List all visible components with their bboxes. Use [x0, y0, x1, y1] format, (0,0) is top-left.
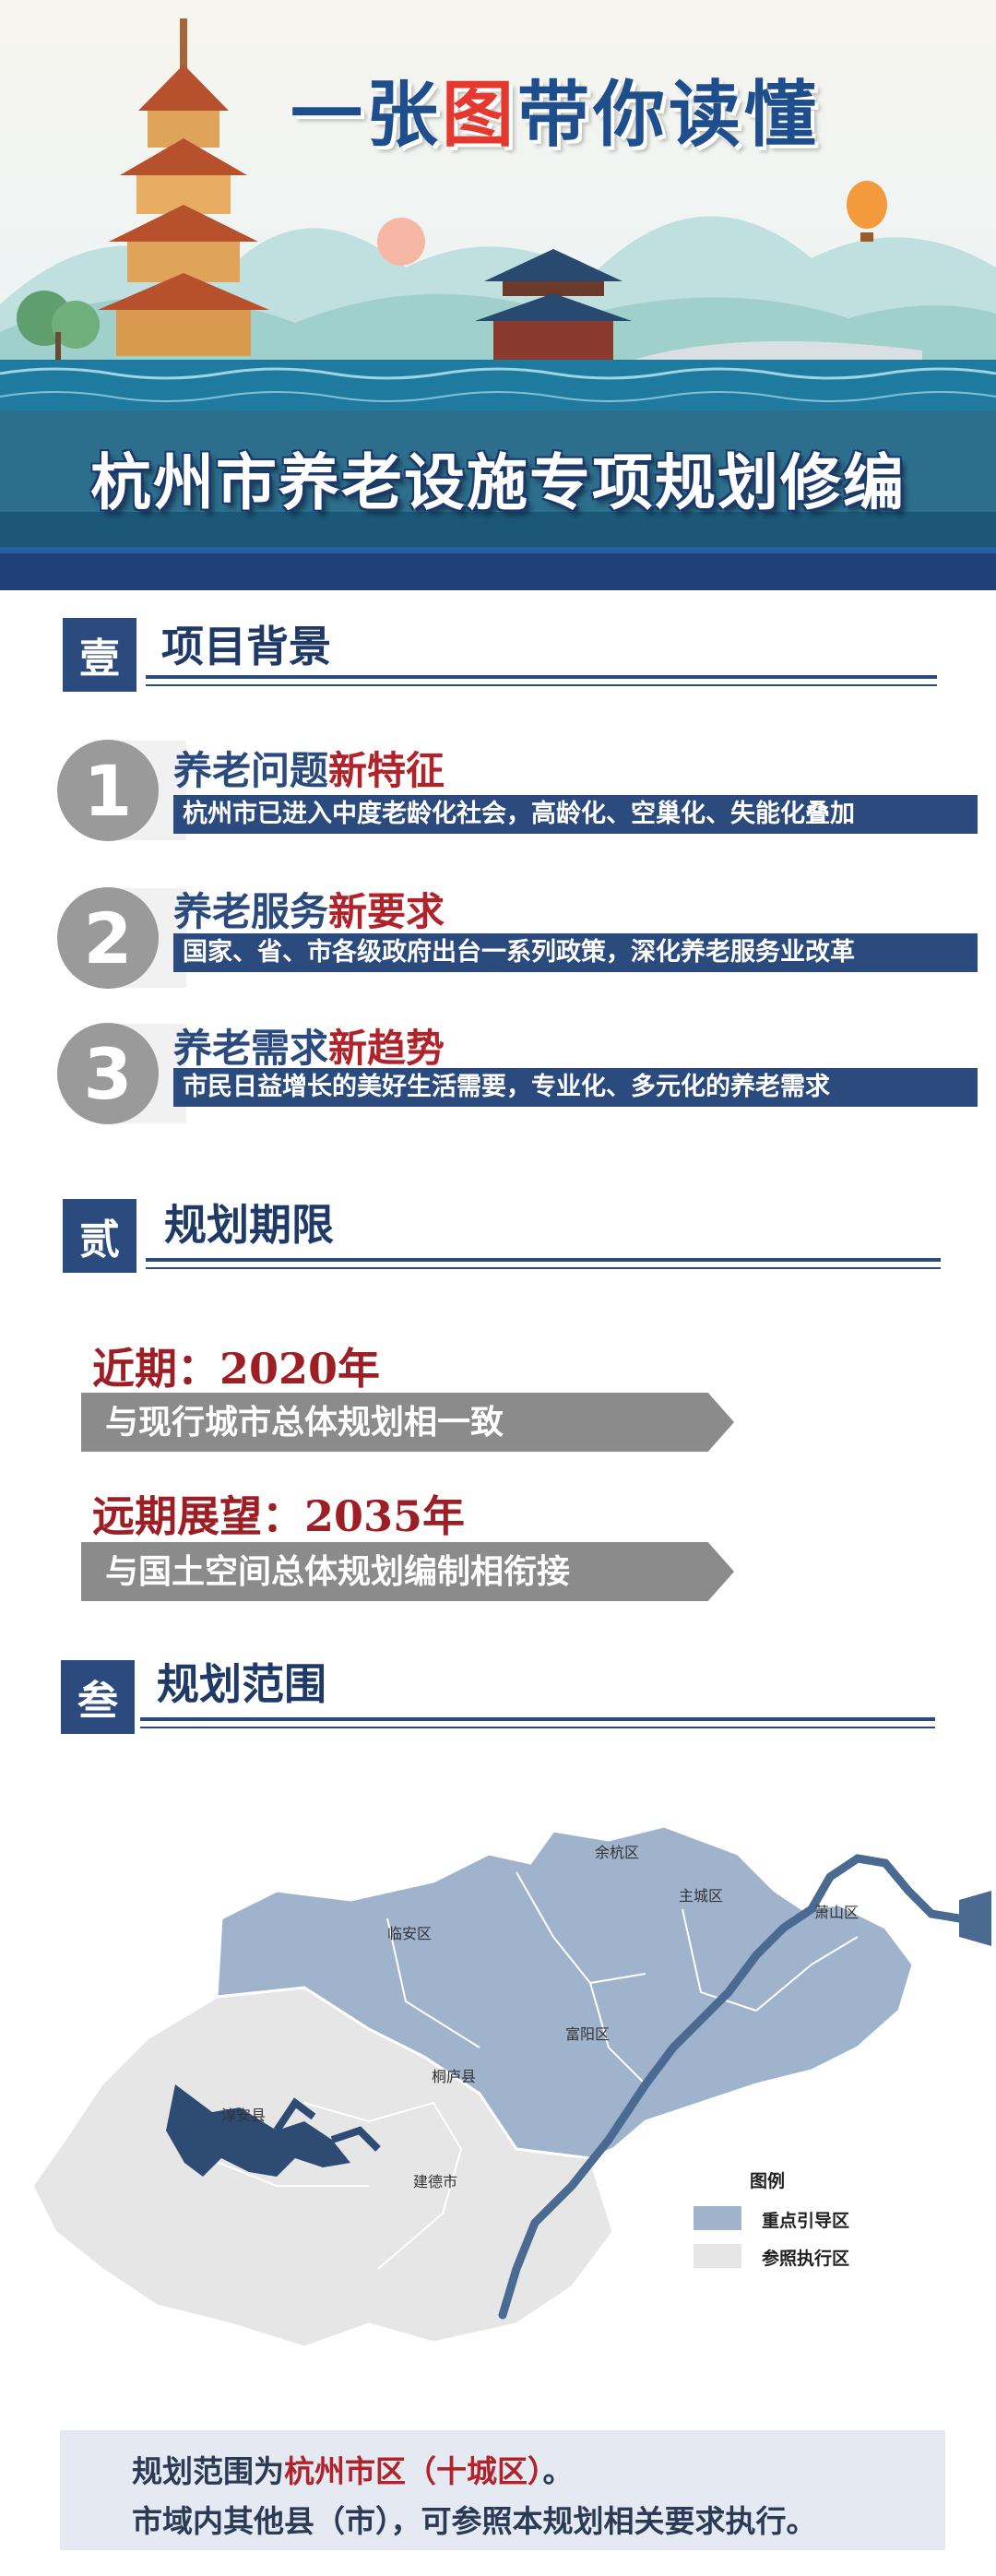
- long-term-desc: 与国土空间总体规划编制相衔接: [81, 1542, 734, 1601]
- section2-rule: [146, 1258, 941, 1262]
- section3-title: 规划范围: [157, 1659, 326, 1709]
- section1-rule: [146, 675, 937, 679]
- scope-note-prefix: 规划范围为: [132, 2453, 284, 2489]
- item1-heading-text: 养老问题: [173, 748, 329, 793]
- item1-number: 1: [57, 740, 159, 841]
- section3-rule: [140, 1717, 935, 1721]
- item3-number: 3: [57, 1023, 159, 1124]
- near-term-label: 近期：2020年: [92, 1344, 381, 1394]
- section1-title: 项目背景: [161, 622, 331, 671]
- item2-desc: 国家、省、市各级政府出台一系列政策，深化养老服务业改革: [173, 933, 978, 972]
- section3-rule-thin: [140, 1727, 935, 1728]
- district-map: [30, 1824, 991, 2349]
- map-label-tonglu: 桐庐县: [432, 2068, 477, 2085]
- banner-subtitle: 一张图带你读懂: [290, 57, 820, 160]
- page-title: 杭州市养老设施专项规划修编: [90, 446, 906, 518]
- item2-number: 2: [57, 887, 159, 989]
- item2-heading-highlight: 新要求: [328, 889, 445, 934]
- section2-rule-thin: [146, 1267, 941, 1269]
- item3-heading-highlight: 新趋势: [328, 1026, 445, 1071]
- section3-badge: 叁: [61, 1660, 135, 1734]
- item2-heading-text: 养老服务: [173, 889, 329, 934]
- item3-heading-text: 养老需求: [173, 1026, 329, 1071]
- scope-note-suffix: 。: [542, 2453, 574, 2489]
- map-label-jiande: 建德市: [413, 2173, 458, 2190]
- map-label-zhucheng: 主城区: [679, 1887, 724, 1905]
- legend-ref-swatch: [694, 2244, 741, 2268]
- scope-note-highlight: 杭州市区（十城区）: [284, 2453, 543, 2489]
- section1-badge: 壹: [63, 618, 136, 692]
- scope-note-line1: 规划范围为杭州市区（十城区）。: [132, 2447, 574, 2491]
- item1-desc: 杭州市已进入中度老龄化社会，高龄化、空巢化、失能化叠加: [173, 795, 978, 834]
- item3-heading: 养老需求新趋势: [173, 1017, 445, 1074]
- section2-badge: 贰: [63, 1199, 136, 1273]
- banner-subtitle-prefix: 一张: [290, 73, 443, 157]
- item1-heading-highlight: 新特征: [328, 748, 445, 793]
- item1-heading: 养老问题新特征: [173, 740, 445, 796]
- item3-desc: 市民日益增长的美好生活需要，专业化、多元化的养老需求: [173, 1068, 978, 1107]
- banner-footer-band: [0, 553, 996, 590]
- section1-rule-thin: [146, 684, 937, 686]
- near-term-desc: 与现行城市总体规划相一致: [81, 1393, 734, 1452]
- legend-ref-label: 参照执行区: [762, 2249, 850, 2269]
- map-label-xiaoshan: 萧山区: [814, 1904, 860, 1921]
- banner-subtitle-suffix: 带你读懂: [517, 73, 821, 157]
- section2-title: 规划期限: [164, 1200, 334, 1250]
- banner-subtitle-highlight: 图: [442, 73, 518, 157]
- map-label-chunan: 淳安县: [221, 2107, 267, 2124]
- long-term-label: 远期展望：2035年: [92, 1491, 466, 1541]
- map-label-yuhang: 余杭区: [595, 1844, 640, 1861]
- map-label-fuyang: 富阳区: [565, 2025, 611, 2043]
- legend-title: 图例: [750, 2171, 786, 2191]
- map-label-linan: 临安区: [387, 1925, 433, 1942]
- header-banner: 一张图带你读懂 杭州市养老设施专项规划修编: [0, 0, 996, 590]
- scope-note-line2: 市域内其他县（市），可参照本规划相关要求执行。: [132, 2503, 817, 2539]
- legend-key-swatch: [694, 2206, 741, 2230]
- item2-heading: 养老服务新要求: [173, 881, 445, 937]
- scope-note: 规划范围为杭州市区（十城区）。 市域内其他县（市），可参照本规划相关要求执行。: [60, 2430, 945, 2550]
- legend-key-label: 重点引导区: [762, 2211, 850, 2231]
